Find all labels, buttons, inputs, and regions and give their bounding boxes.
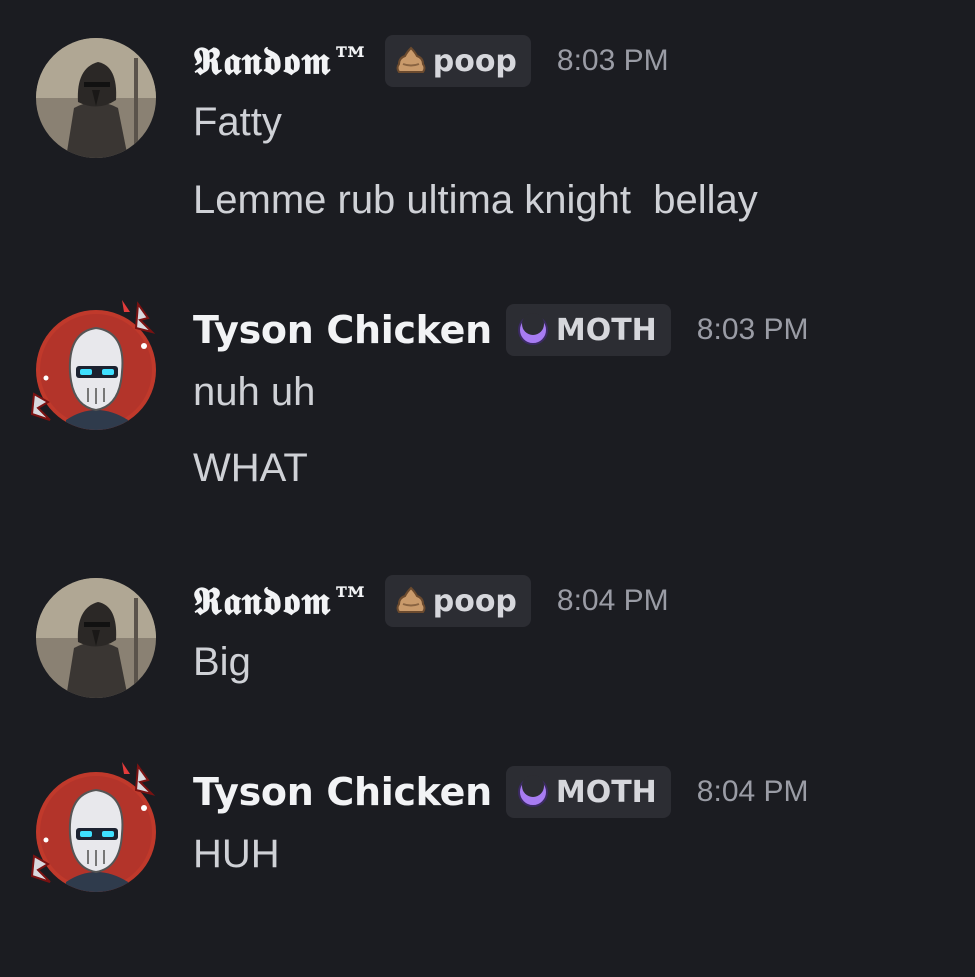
- avatar[interactable]: [36, 578, 156, 698]
- role-tag[interactable]: poop: [384, 35, 531, 87]
- timestamp[interactable]: 8:04 PM: [697, 775, 809, 809]
- role-tag[interactable]: MOTH: [505, 766, 671, 818]
- white-knight-avatar-icon: [36, 772, 156, 892]
- username[interactable]: Tyson Chicken: [193, 308, 492, 352]
- avatar[interactable]: [36, 310, 156, 430]
- role-tag[interactable]: poop: [384, 575, 531, 627]
- moon-icon: [516, 775, 550, 809]
- role-tag-label: poop: [432, 583, 517, 619]
- message-text: WHAT: [193, 446, 308, 490]
- moon-icon: [516, 313, 550, 347]
- dark-knight-avatar-icon: [36, 38, 156, 158]
- message-text: Lemme rub ultima knight bellay: [193, 178, 758, 222]
- role-tag[interactable]: MOTH: [505, 304, 671, 356]
- poop-icon: [395, 46, 427, 76]
- username[interactable]: 𝕽𝖆𝖓𝖉𝖔𝖒™: [193, 38, 371, 84]
- timestamp[interactable]: 8:03 PM: [557, 44, 669, 78]
- message-text: HUH: [193, 832, 280, 876]
- timestamp[interactable]: 8:03 PM: [697, 313, 809, 347]
- username[interactable]: Tyson Chicken: [193, 770, 492, 814]
- avatar[interactable]: [36, 772, 156, 892]
- username[interactable]: 𝕽𝖆𝖓𝖉𝖔𝖒™: [193, 578, 371, 624]
- timestamp[interactable]: 8:04 PM: [557, 584, 669, 618]
- message-text: Fatty: [193, 100, 282, 144]
- role-tag-label: MOTH: [555, 312, 657, 348]
- avatar[interactable]: [36, 38, 156, 158]
- message-text: nuh uh: [193, 370, 316, 414]
- poop-icon: [395, 586, 427, 616]
- role-tag-label: poop: [432, 43, 517, 79]
- role-tag-label: MOTH: [555, 774, 657, 810]
- white-knight-avatar-icon: [36, 310, 156, 430]
- message-text: Big: [193, 640, 251, 684]
- dark-knight-avatar-icon: [36, 578, 156, 698]
